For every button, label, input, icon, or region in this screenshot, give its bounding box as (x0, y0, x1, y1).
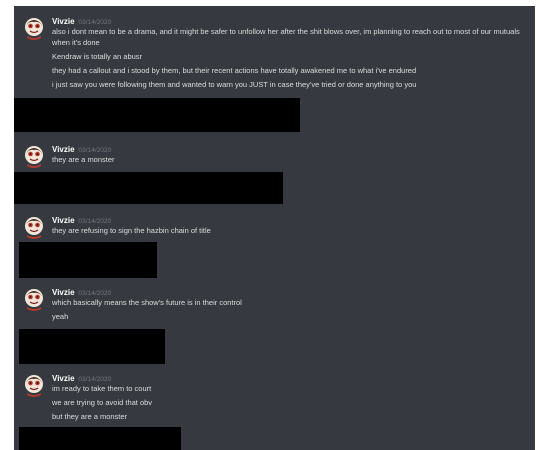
message-text: also i dont mean to be a drama, and it m… (52, 27, 520, 47)
avatar[interactable] (21, 14, 47, 40)
message-timestamp: 03/14/2020 (78, 376, 112, 383)
avatar[interactable] (21, 285, 47, 311)
message-text: we are trying to avoid that obv (52, 398, 153, 407)
message-lines: also i dont mean to be a drama, and it m… (52, 26, 530, 93)
message-text: they had a callout and i stood by them, … (52, 66, 417, 75)
author-name[interactable]: Vivzie (52, 288, 75, 297)
message-lines: im ready to take them to court we are tr… (52, 383, 530, 425)
message-text: which basically means the show's future … (52, 298, 242, 307)
author-name[interactable]: Vivzie (52, 374, 75, 383)
avatar-icon (25, 287, 43, 311)
message-timestamp: 03/14/2020 (78, 19, 112, 26)
message-text: but they are a monster (52, 412, 128, 421)
redaction-block (14, 98, 300, 132)
chat-screenshot: Vivzie 03/14/2020 also i dont mean to be … (14, 6, 535, 450)
message-timestamp: 03/14/2020 (78, 147, 112, 154)
author-name[interactable]: Vivzie (52, 17, 75, 26)
message-text: Kendraw is totally an abusr (52, 52, 143, 61)
message-lines: which basically means the show's future … (52, 297, 530, 325)
redaction-block (14, 172, 283, 204)
message-lines: they are a monster (52, 154, 530, 168)
message-text: yeah (52, 312, 69, 321)
message-text: they are a monster (52, 155, 115, 164)
avatar-icon (25, 144, 43, 168)
redaction-block (19, 242, 157, 278)
redaction-block (19, 329, 165, 364)
avatar[interactable] (21, 142, 47, 168)
author-name[interactable]: Vivzie (52, 145, 75, 154)
message-text: i just saw you were following them and w… (52, 80, 417, 89)
avatar[interactable] (21, 371, 47, 397)
avatar-icon (25, 373, 43, 397)
avatar-icon (25, 16, 43, 40)
avatar-icon (25, 215, 43, 239)
message-text: im ready to take them to court (52, 384, 152, 393)
avatar[interactable] (21, 213, 47, 239)
message-text: they are refusing to sign the hazbin cha… (52, 226, 211, 235)
message-timestamp: 03/14/2020 (78, 218, 112, 225)
message-lines: they are refusing to sign the hazbin cha… (52, 225, 530, 239)
message-timestamp: 03/14/2020 (78, 290, 112, 297)
redaction-block (19, 427, 181, 450)
author-name[interactable]: Vivzie (52, 216, 75, 225)
